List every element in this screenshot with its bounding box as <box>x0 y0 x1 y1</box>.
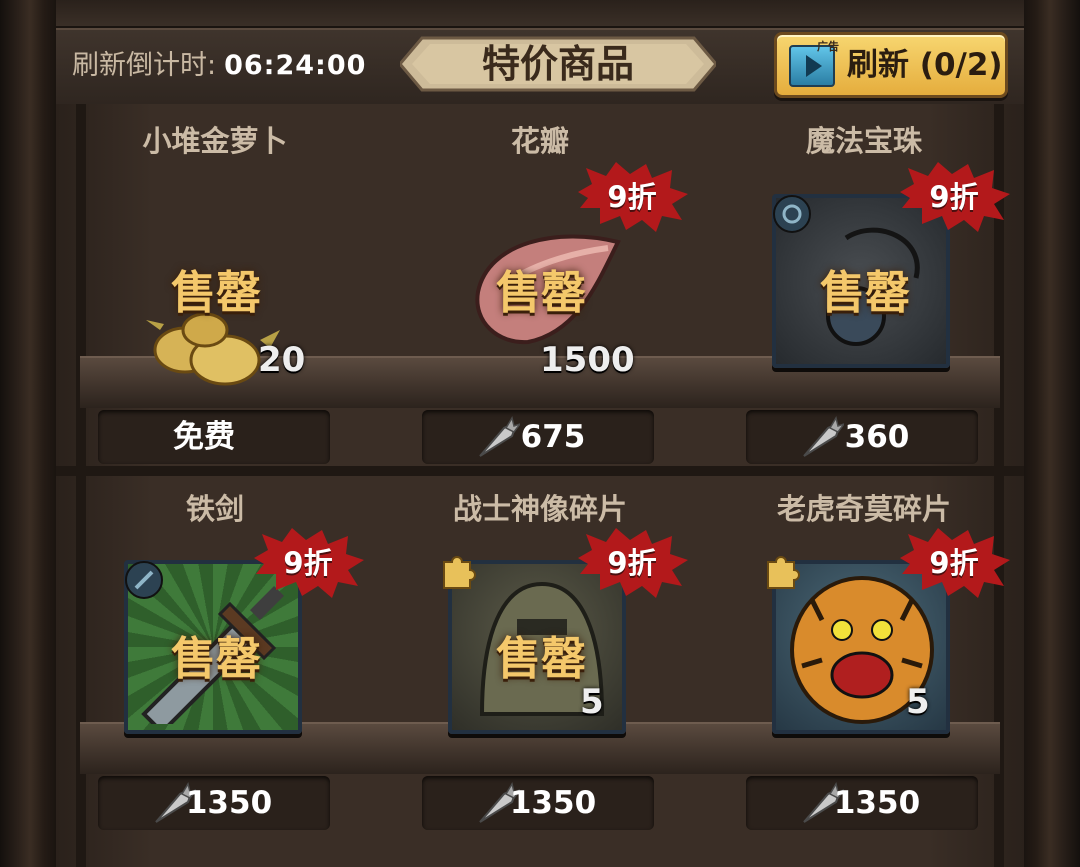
price-value: 1350 <box>185 785 273 821</box>
price-value: 免费 <box>173 419 235 455</box>
top-strip <box>56 0 1024 28</box>
price-button[interactable]: 免费 <box>98 410 330 464</box>
price-value: 1350 <box>509 785 597 821</box>
sold-out-label: 售罄 <box>170 266 261 319</box>
discount-label: 9折 <box>607 546 657 580</box>
puzzle-piece-icon <box>767 556 800 589</box>
item-name: 小堆金萝卜 <box>142 124 288 158</box>
sold-out-label: 售罄 <box>170 632 261 685</box>
discount-label: 9折 <box>929 546 979 580</box>
item-name: 战士神像碎片 <box>452 492 627 526</box>
refresh-label: 刷新 (0/2) <box>847 47 1003 83</box>
row-separator <box>56 466 1024 476</box>
price-value: 675 <box>520 419 586 455</box>
sold-out-label: 售罄 <box>495 266 586 319</box>
price-button[interactable]: 1350 <box>746 776 978 830</box>
sold-out-label: 售罄 <box>819 266 910 319</box>
price-value: 1350 <box>833 785 921 821</box>
price-button[interactable]: 1350 <box>422 776 654 830</box>
item-name: 魔法宝珠 <box>805 124 922 158</box>
item-quantity: 5 <box>906 682 930 722</box>
item-quantity: 5 <box>580 682 604 722</box>
ad-tag: 广告 <box>817 40 839 53</box>
page-title: 特价商品 <box>481 42 634 86</box>
refresh-button[interactable]: 广告 刷新 (0/2) <box>774 32 1008 98</box>
discount-label: 9折 <box>929 180 979 214</box>
item-quantity: 1500 <box>540 340 635 380</box>
price-value: 360 <box>844 419 910 455</box>
item-name: 花瓣 <box>510 124 569 158</box>
accessory-type-icon <box>773 195 811 233</box>
discount-label: 9折 <box>607 180 657 214</box>
countdown-label: 刷新倒计时: <box>72 50 217 81</box>
discount-label: 9折 <box>283 546 333 580</box>
item-name: 老虎奇莫碎片 <box>776 492 951 526</box>
item-name: 铁剑 <box>185 492 244 526</box>
price-button[interactable]: 360 <box>746 410 978 464</box>
title-plaque: 特价商品 <box>400 34 716 94</box>
sold-out-label: 售罄 <box>495 632 586 685</box>
countdown-time: 06:24:00 <box>224 50 367 81</box>
price-button[interactable]: 1350 <box>98 776 330 830</box>
weapon-type-icon <box>125 561 163 599</box>
refresh-countdown: 刷新倒计时: 06:24:00 <box>72 46 366 86</box>
puzzle-piece-icon <box>443 556 476 589</box>
item-quantity: 20 <box>258 340 306 380</box>
price-button[interactable]: 675 <box>422 410 654 464</box>
